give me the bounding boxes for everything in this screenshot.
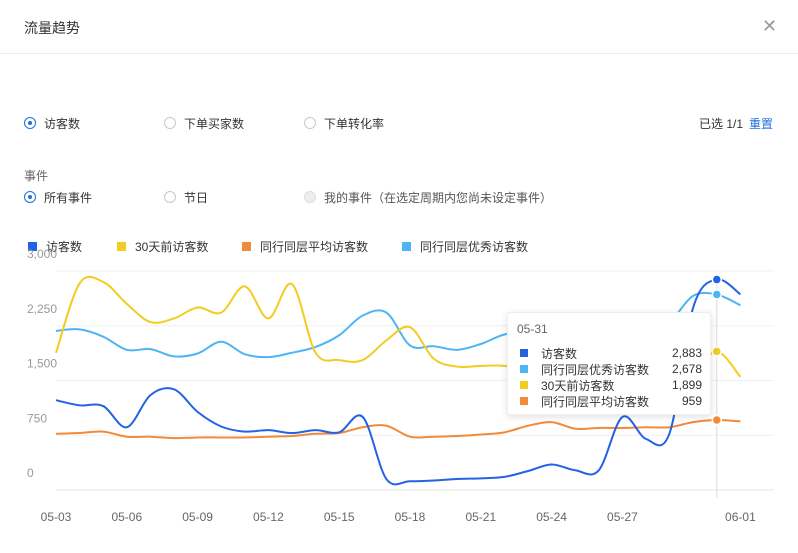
highlight-point — [711, 414, 723, 426]
tooltip-series-name: 同行同层优秀访客数 — [541, 362, 650, 377]
tooltip-row: 访客数 2,883 — [520, 345, 702, 361]
y-tick-label: 1,500 — [27, 357, 57, 371]
highlight-point — [711, 274, 723, 285]
tooltip-series-name: 访客数 — [541, 346, 578, 361]
tooltip-date: 05-31 — [517, 322, 548, 336]
tooltip-series-value: 2,883 — [671, 346, 702, 360]
trend-chart: 0 750 1,500 2,250 3,000 05-03 05-06 05-09 05-12 0… — [27, 247, 774, 524]
tooltip-series-name: 30天前访客数 — [541, 378, 615, 393]
tooltip-series-name: 同行同层平均访客数 — [541, 394, 650, 409]
y-tick-label: 750 — [27, 411, 47, 425]
x-tick-label: 05-18 — [395, 510, 426, 524]
y-tick-label: 3,000 — [27, 247, 57, 261]
tooltip-series-value: 1,899 — [671, 378, 702, 392]
x-tick-label: 05-06 — [111, 510, 142, 524]
tooltip-swatch — [520, 365, 528, 373]
tooltip-series-value: 959 — [681, 394, 702, 408]
y-tick-label: 0 — [27, 466, 34, 480]
tooltip-swatch — [520, 381, 528, 389]
x-tick-label: 05-27 — [607, 510, 638, 524]
highlight-point — [711, 289, 723, 300]
x-tick-label: 05-12 — [253, 510, 284, 524]
x-tick-label: 05-24 — [536, 510, 567, 524]
tooltip-swatch — [520, 397, 528, 405]
tooltip-row: 30天前访客数 1,899 — [520, 377, 702, 393]
y-tick-label: 2,250 — [27, 302, 57, 316]
x-tick-label: 05-09 — [182, 510, 213, 524]
tooltip-row: 同行同层平均访客数 959 — [520, 393, 702, 409]
x-tick-label: 05-21 — [465, 510, 496, 524]
tooltip-row: 同行同层优秀访客数 2,678 — [520, 361, 702, 377]
x-tick-label: 05-03 — [41, 510, 72, 524]
tooltip-swatch — [520, 349, 528, 357]
chart-tooltip: 05-31 访客数 2,883 同行同层优秀访客数 2,678 30天前访客数 … — [507, 312, 711, 415]
x-tick-label: 06-01 — [725, 510, 756, 524]
highlight-point — [711, 346, 723, 357]
tooltip-series-value: 2,678 — [671, 362, 702, 376]
x-tick-label: 05-15 — [324, 510, 355, 524]
